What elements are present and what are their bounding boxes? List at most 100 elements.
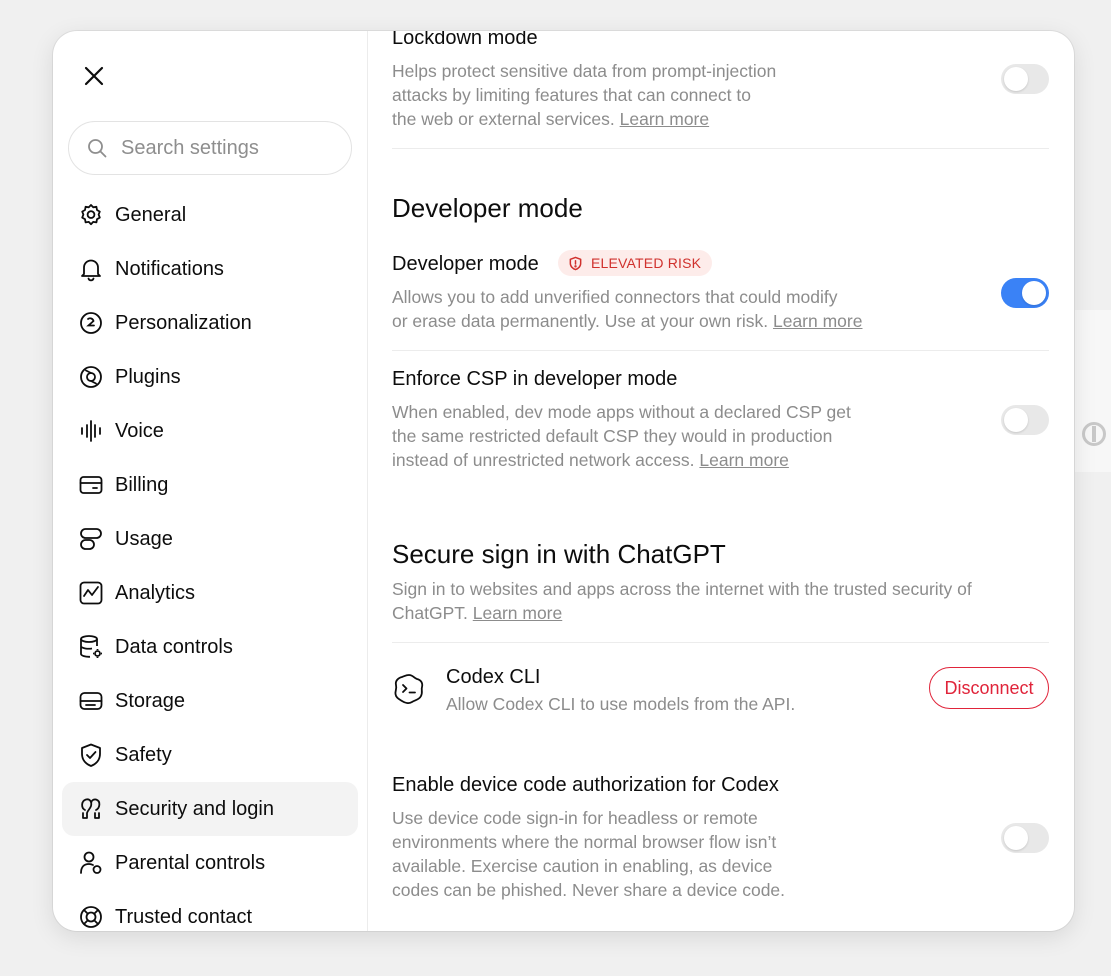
storage-drive-icon: [78, 688, 104, 714]
settings-sidebar: General Notifications Pe: [53, 31, 368, 931]
lockdown-mode-title: Lockdown mode: [392, 31, 538, 49]
disconnect-button[interactable]: Disconnect: [929, 667, 1049, 709]
sidebar-item-analytics[interactable]: Analytics: [62, 566, 358, 620]
plugins-icon: [78, 364, 104, 390]
sidebar-item-label: General: [115, 203, 187, 226]
divider: [392, 642, 1049, 643]
background-app-icon: [1082, 422, 1106, 446]
lockdown-desc-line: Helps protect sensitive data from prompt…: [392, 61, 777, 81]
close-icon: [84, 66, 104, 86]
developer-mode-description: Allows you to add unverified connectors …: [392, 285, 892, 333]
sidebar-item-label: Personalization: [115, 311, 252, 334]
lockdown-desc-line: the web or external services.: [392, 109, 615, 129]
lockdown-mode-toggle[interactable]: [1001, 64, 1049, 94]
sidebar-item-label: Voice: [115, 419, 164, 442]
background-panel-edge: [1075, 310, 1111, 472]
gear-icon: [78, 202, 104, 228]
developer-learn-more-link[interactable]: Learn more: [773, 311, 863, 331]
search-icon: [88, 139, 107, 158]
csp-desc-line: instead of unrestricted network access.: [392, 450, 695, 470]
sidebar-item-data-controls[interactable]: Data controls: [62, 620, 358, 674]
device-code-desc-line: available. Exercise caution in enabling,…: [392, 856, 773, 876]
credit-card-icon: [78, 472, 104, 498]
codex-cli-icon: [394, 674, 424, 704]
developer-mode-toggle[interactable]: [1001, 278, 1049, 308]
lifebuoy-icon: [78, 904, 104, 930]
parental-user-icon: [78, 850, 104, 876]
enforce-csp-description: When enabled, dev mode apps without a de…: [392, 400, 892, 472]
enforce-csp-toggle[interactable]: [1001, 405, 1049, 435]
lockdown-mode-description: Helps protect sensitive data from prompt…: [392, 59, 822, 131]
sidebar-item-parental-controls[interactable]: Parental controls: [62, 836, 358, 890]
personalization-icon: [78, 310, 104, 336]
waveform-icon: [78, 418, 104, 444]
device-code-auth-description: Use device code sign-in for headless or …: [392, 806, 822, 902]
toggle-knob: [1004, 408, 1028, 432]
settings-nav: General Notifications Personalization Pl…: [62, 188, 358, 931]
secure-sign-in-description: Sign in to websites and apps across the …: [392, 577, 1032, 625]
sidebar-item-label: Parental controls: [115, 851, 266, 874]
sidebar-item-billing[interactable]: Billing: [62, 458, 358, 512]
sidebar-item-label: Usage: [115, 527, 173, 550]
badge-label: ELEVATED RISK: [591, 255, 702, 271]
sidebar-item-label: Plugins: [115, 365, 181, 388]
sidebar-item-label: Notifications: [115, 257, 224, 280]
secure-signin-desc-line: ChatGPT.: [392, 603, 468, 623]
sidebar-item-label: Analytics: [115, 581, 196, 604]
close-button[interactable]: [79, 61, 109, 91]
sidebar-item-label: Security and login: [115, 797, 274, 820]
alert-shield-icon: [569, 256, 582, 270]
sidebar-item-personalization[interactable]: Personalization: [62, 296, 358, 350]
sidebar-item-label: Storage: [115, 689, 186, 712]
lockdown-learn-more-link[interactable]: Learn more: [620, 109, 710, 129]
sidebar-item-security-and-login[interactable]: Security and login: [62, 782, 358, 836]
security-settings-panel: Lockdown mode Helps protect sensitive da…: [392, 31, 1050, 931]
developer-mode-title: Developer mode: [392, 253, 539, 275]
codex-cli-description: Allow Codex CLI to use models from the A…: [446, 694, 796, 714]
database-gear-icon: [78, 634, 104, 660]
toggle-knob: [1004, 826, 1028, 850]
sidebar-item-label: Safety: [115, 743, 172, 766]
search-input[interactable]: [121, 136, 321, 160]
sidebar-item-safety[interactable]: Safety: [62, 728, 358, 782]
sidebar-item-notifications[interactable]: Notifications: [62, 242, 358, 296]
csp-desc-line: When enabled, dev mode apps without a de…: [392, 402, 851, 422]
enforce-csp-title: Enforce CSP in developer mode: [392, 368, 678, 390]
sidebar-item-plugins[interactable]: Plugins: [62, 350, 358, 404]
codex-cli-name: Codex CLI: [446, 666, 541, 688]
secure-signin-learn-more-link[interactable]: Learn more: [473, 603, 563, 623]
device-code-desc-line: Use device code sign-in for headless or …: [392, 808, 758, 828]
sidebar-item-label: Trusted contact: [115, 905, 253, 928]
sidebar-item-usage[interactable]: Usage: [62, 512, 358, 566]
sidebar-item-label: Data controls: [115, 635, 233, 658]
elevated-risk-badge: ELEVATED RISK: [558, 250, 713, 276]
analytics-chart-icon: [78, 580, 104, 606]
secure-sign-in-section-title: Secure sign in with ChatGPT: [392, 539, 726, 569]
developer-mode-section-title: Developer mode: [392, 193, 583, 223]
lockdown-desc-line: attacks by limiting features that can co…: [392, 85, 751, 105]
sidebar-item-trusted-contact[interactable]: Trusted contact: [62, 890, 358, 931]
search-settings-field[interactable]: [68, 121, 352, 175]
sidebar-item-label: Billing: [115, 473, 169, 496]
divider: [392, 148, 1049, 149]
device-code-desc-line: environments where the normal browser fl…: [392, 832, 777, 852]
divider: [392, 350, 1049, 351]
csp-learn-more-link[interactable]: Learn more: [699, 450, 789, 470]
settings-modal: General Notifications Pe: [53, 31, 1074, 931]
security-people-icon: [78, 796, 104, 822]
device-code-auth-toggle[interactable]: [1001, 823, 1049, 853]
toggle-knob: [1004, 67, 1028, 91]
toggle-knob: [1022, 281, 1046, 305]
csp-desc-line: the same restricted default CSP they wou…: [392, 426, 833, 446]
secure-signin-desc-line: Sign in to websites and apps across the …: [392, 579, 972, 599]
device-code-auth-title: Enable device code authorization for Cod…: [392, 774, 779, 796]
sidebar-item-general[interactable]: General: [62, 188, 358, 242]
developer-desc-line: Allows you to add unverified connectors …: [392, 287, 838, 307]
device-code-desc-line: codes can be phished. Never share a devi…: [392, 880, 786, 900]
usage-icon: [78, 526, 104, 552]
developer-desc-line: or erase data permanently. Use at your o…: [392, 311, 769, 331]
shield-check-icon: [78, 742, 104, 768]
sidebar-item-voice[interactable]: Voice: [62, 404, 358, 458]
bell-icon: [78, 256, 104, 282]
sidebar-item-storage[interactable]: Storage: [62, 674, 358, 728]
